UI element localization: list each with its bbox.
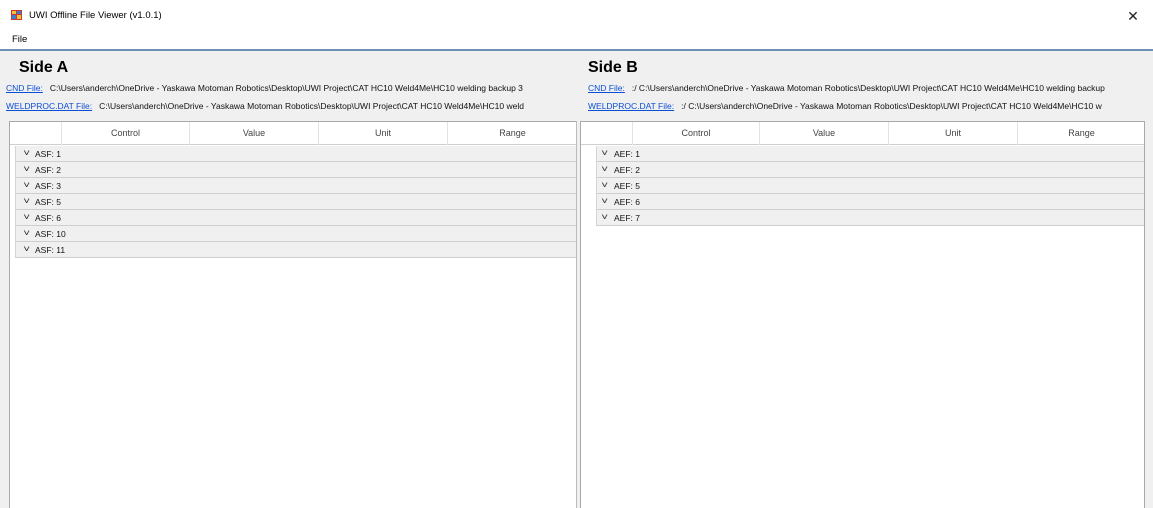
- grid-header-blank: [10, 122, 62, 145]
- row-gutter: [10, 210, 16, 226]
- row-label: ASF: 11: [35, 245, 66, 255]
- group-row-asf-10[interactable]: ˅ ASF: 10: [10, 226, 576, 242]
- row-label: AEF: 6: [614, 197, 640, 207]
- row-label: ASF: 10: [35, 229, 66, 239]
- side-a-grid-header: Control Value Unit Range: [10, 122, 576, 145]
- app-window-icon: [11, 10, 22, 20]
- row-label: ASF: 6: [35, 213, 61, 223]
- menu-bar: File: [0, 32, 1153, 49]
- group-row-asf-2[interactable]: ˅ ASF: 2: [10, 162, 576, 178]
- column-header-range[interactable]: Range: [448, 122, 577, 145]
- column-header-unit[interactable]: Unit: [319, 122, 448, 145]
- row-gutter: [10, 242, 16, 258]
- side-a-weldproc-row: WELDPROC.DAT File: C:\Users\anderch\OneDr…: [6, 99, 578, 113]
- side-b-cnd-file-link[interactable]: CND File:: [588, 83, 625, 93]
- column-header-unit[interactable]: Unit: [889, 122, 1018, 145]
- side-b-weldproc-file-link[interactable]: WELDPROC.DAT File:: [588, 101, 674, 111]
- row-gutter: [10, 226, 16, 242]
- row-gutter: [581, 146, 597, 162]
- side-b-weldproc-path: :/ C:\Users\anderch\OneDrive - Yaskawa M…: [681, 101, 1102, 111]
- row-label: ASF: 1: [35, 149, 61, 159]
- row-label: ASF: 2: [35, 165, 61, 175]
- row-label: AEF: 1: [614, 149, 640, 159]
- chevron-down-icon[interactable]: ˅: [601, 196, 608, 206]
- side-b-panel: Side B CND File::/ C:\Users\anderch\OneD…: [578, 51, 1153, 508]
- side-a-panel: Side A CND File: C:\Users\anderch\OneDriv…: [0, 51, 578, 508]
- row-label: ASF: 3: [35, 181, 61, 191]
- column-header-control[interactable]: Control: [633, 122, 760, 145]
- side-a-weldproc-file-link[interactable]: WELDPROC.DAT File:: [6, 101, 92, 111]
- group-row-asf-3[interactable]: ˅ ASF: 3: [10, 178, 576, 194]
- side-b-cnd-path: :/ C:\Users\anderch\OneDrive - Yaskawa M…: [631, 83, 1105, 93]
- close-button[interactable]: ✕: [1116, 2, 1150, 30]
- chevron-down-icon[interactable]: ˅: [601, 148, 608, 158]
- chevron-down-icon[interactable]: ˅: [23, 212, 30, 222]
- side-b-grid: Control Value Unit Range ˅ AEF: 1 ˅ AEF: 2…: [580, 121, 1145, 508]
- side-a-weldproc-path: C:\Users\anderch\OneDrive - Yaskawa Moto…: [99, 101, 524, 111]
- client-area: Side A CND File: C:\Users\anderch\OneDriv…: [0, 51, 1153, 508]
- chevron-down-icon[interactable]: ˅: [23, 228, 30, 238]
- side-b-rows: ˅ AEF: 1 ˅ AEF: 2 ˅ AEF: 5 ˅ AEF: 6 ˅ AEF: 7: [581, 146, 1144, 226]
- side-b-cnd-row: CND File: :/ C:\Users\anderch\OneDrive - …: [588, 81, 1153, 95]
- row-gutter: [581, 162, 597, 178]
- column-header-range[interactable]: Range: [1018, 122, 1145, 145]
- row-label: AEF: 5: [614, 181, 640, 191]
- row-label: AEF: 2: [614, 165, 640, 175]
- row-label: AEF: 7: [614, 213, 640, 223]
- group-row-asf-5[interactable]: ˅ ASF: 5: [10, 194, 576, 210]
- chevron-down-icon[interactable]: ˅: [23, 196, 30, 206]
- window-title: UWI Offline File Viewer (v1.0.1): [29, 10, 162, 21]
- menu-file[interactable]: File: [10, 34, 29, 45]
- side-a-cnd-path: C:\Users\anderch\OneDrive - Yaskawa Moto…: [49, 83, 523, 93]
- column-header-control[interactable]: Control: [62, 122, 190, 145]
- side-b-grid-header: Control Value Unit Range: [581, 122, 1144, 145]
- group-row-aef-2[interactable]: ˅ AEF: 2: [581, 162, 1144, 178]
- side-a-cnd-row: CND File: C:\Users\anderch\OneDrive - Yas…: [6, 81, 578, 95]
- side-a-title: Side A: [19, 59, 69, 76]
- close-icon: ✕: [1127, 8, 1139, 24]
- group-row-aef-6[interactable]: ˅ AEF: 6: [581, 194, 1144, 210]
- chevron-down-icon[interactable]: ˅: [23, 180, 30, 190]
- group-row-asf-11[interactable]: ˅ ASF: 11: [10, 242, 576, 258]
- group-row-aef-1[interactable]: ˅ AEF: 1: [581, 146, 1144, 162]
- group-row-aef-5[interactable]: ˅ AEF: 5: [581, 178, 1144, 194]
- grid-header-blank: [581, 122, 633, 145]
- side-a-grid: Control Value Unit Range ˅ ASF: 1 ˅ ASF: 2…: [9, 121, 577, 508]
- row-gutter: [10, 162, 16, 178]
- chevron-down-icon[interactable]: ˅: [23, 148, 30, 158]
- column-header-value[interactable]: Value: [760, 122, 889, 145]
- column-header-value[interactable]: Value: [190, 122, 319, 145]
- group-row-asf-6[interactable]: ˅ ASF: 6: [10, 210, 576, 226]
- row-label: ASF: 5: [35, 197, 61, 207]
- title-bar: UWI Offline File Viewer (v1.0.1) ✕: [0, 0, 1153, 32]
- chevron-down-icon[interactable]: ˅: [601, 164, 608, 174]
- group-row-asf-1[interactable]: ˅ ASF: 1: [10, 146, 576, 162]
- row-gutter: [10, 194, 16, 210]
- side-b-weldproc-row: WELDPROC.DAT File: :/ C:\Users\anderch\On…: [588, 99, 1153, 113]
- chevron-down-icon[interactable]: ˅: [23, 244, 30, 254]
- chevron-down-icon[interactable]: ˅: [23, 164, 30, 174]
- row-gutter: [581, 178, 597, 194]
- chevron-down-icon[interactable]: ˅: [601, 212, 608, 222]
- side-a-cnd-file-link[interactable]: CND File:: [6, 83, 43, 93]
- side-a-rows: ˅ ASF: 1 ˅ ASF: 2 ˅ ASF: 3 ˅ ASF: 5 ˅ ASF: 6 …: [10, 146, 576, 258]
- row-gutter: [10, 178, 16, 194]
- row-gutter: [581, 194, 597, 210]
- row-gutter: [581, 210, 597, 226]
- chevron-down-icon[interactable]: ˅: [601, 180, 608, 190]
- side-b-title: Side B: [588, 59, 638, 76]
- row-gutter: [10, 146, 16, 162]
- group-row-aef-7[interactable]: ˅ AEF: 7: [581, 210, 1144, 226]
